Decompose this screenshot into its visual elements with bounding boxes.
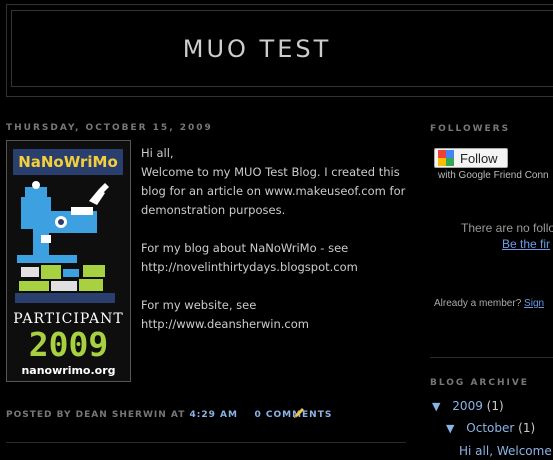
sidebar-divider bbox=[430, 357, 553, 358]
archive-post-link[interactable]: Hi all, Welcome bbox=[459, 444, 552, 458]
nanowrimo-badge[interactable]: NaNoWriMo PARTICIPANT 2009 nanowrimo.org bbox=[6, 140, 131, 382]
edit-pencil-icon[interactable] bbox=[292, 406, 306, 420]
post-divider bbox=[6, 442, 406, 443]
no-followers-text: There are no follo bbox=[461, 221, 553, 235]
blog-title[interactable]: MUO TEST bbox=[12, 35, 502, 63]
already-member-text: Already a member? bbox=[434, 298, 522, 309]
post-paragraph: For my blog about NaNoWriMo - see http:/… bbox=[141, 241, 358, 274]
google-friend-connect-text: with Google Friend Conn bbox=[438, 170, 549, 181]
post-paragraph: For my website, see http://www.deansherw… bbox=[141, 298, 309, 331]
follow-button[interactable]: Follow bbox=[434, 148, 508, 168]
expand-down-icon[interactable]: ▼ bbox=[432, 400, 440, 413]
header: MUO TEST bbox=[11, 10, 553, 87]
google-icon bbox=[438, 150, 454, 166]
post-body: Hi all, Welcome to my MUO Test Blog. I c… bbox=[141, 144, 411, 353]
posted-by-text: Posted by Dean Sherwin at bbox=[6, 410, 186, 420]
post-paragraph: Hi all, Welcome to my MUO Test Blog. I c… bbox=[141, 146, 406, 217]
be-the-first-link[interactable]: Be the fir bbox=[502, 237, 550, 251]
archive-month-count: (1) bbox=[518, 421, 536, 435]
post-footer: Posted by Dean Sherwin at 4:29 AM 0 comm… bbox=[6, 410, 332, 420]
expand-down-icon[interactable]: ▼ bbox=[446, 422, 454, 435]
badge-year: 2009 bbox=[28, 325, 109, 364]
nanowrimo-robot-icon bbox=[15, 181, 115, 303]
archive-year-link[interactable]: 2009 bbox=[452, 399, 483, 413]
follow-button-label: Follow bbox=[460, 150, 498, 166]
badge-url: nanowrimo.org bbox=[21, 364, 116, 377]
badge-title: NaNoWriMo bbox=[13, 149, 123, 175]
already-member: Already a member? Sign bbox=[434, 298, 544, 309]
archive-year-count: (1) bbox=[486, 399, 504, 413]
archive-month-row[interactable]: ▼ October (1) bbox=[446, 421, 535, 435]
archive-month-link[interactable]: October bbox=[466, 421, 514, 435]
post-time-link[interactable]: 4:29 AM bbox=[189, 410, 237, 420]
post-date: Thursday, October 15, 2009 bbox=[6, 123, 213, 133]
archive-year-row[interactable]: ▼ 2009 (1) bbox=[432, 399, 504, 413]
archive-heading: Blog Archive bbox=[430, 378, 529, 388]
sign-in-link[interactable]: Sign bbox=[524, 298, 544, 309]
followers-heading: Followers bbox=[430, 124, 511, 134]
